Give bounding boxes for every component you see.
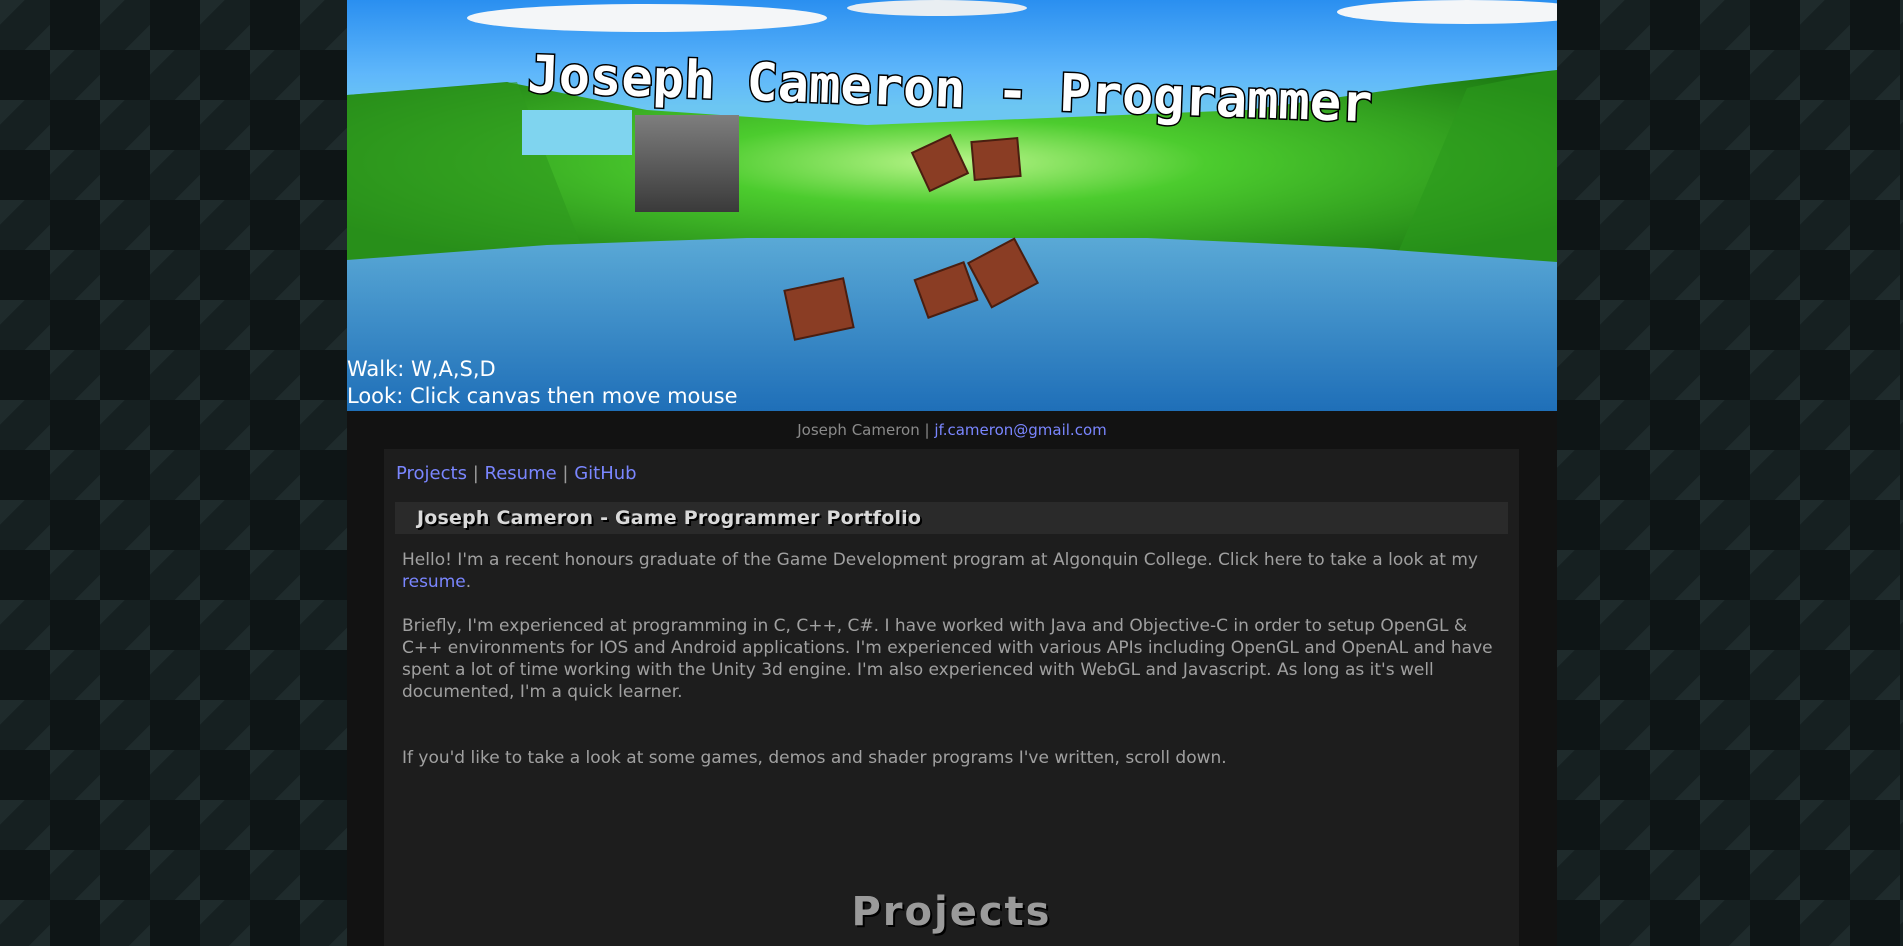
- email-link[interactable]: jf.cameron@gmail.com: [934, 421, 1106, 439]
- content-panel: Projects | Resume | GitHub Joseph Camero…: [384, 449, 1519, 946]
- section-title-bar: Joseph Cameron - Game Programmer Portfol…: [395, 502, 1508, 534]
- cloud: [1337, 0, 1557, 24]
- nav-separator: |: [472, 463, 479, 484]
- stone-cube: [635, 115, 739, 212]
- nav-link-projects[interactable]: Projects: [396, 463, 467, 484]
- projects-heading: Projects: [851, 889, 1052, 935]
- walk-help-text: Walk: W,A,S,D: [347, 357, 496, 381]
- nav-link-resume[interactable]: Resume: [485, 463, 557, 484]
- intro-paragraph-3: If you'd like to take a look at some gam…: [402, 748, 1227, 768]
- nav-bar: Projects | Resume | GitHub: [396, 463, 637, 484]
- page-column: Joseph Cameron - Programmer Walk: W,A,S,…: [347, 0, 1557, 946]
- resume-link[interactable]: resume: [402, 572, 466, 592]
- sky-gap: [522, 110, 632, 155]
- webgl-canvas[interactable]: Joseph Cameron - Programmer Walk: W,A,S,…: [347, 0, 1557, 411]
- look-help-text: Look: Click canvas then move mouse: [347, 384, 738, 408]
- intro-text-1-end: .: [465, 572, 472, 592]
- nav-link-github[interactable]: GitHub: [574, 463, 636, 484]
- contact-line: Joseph Cameron | jf.cameron@gmail.com: [347, 421, 1557, 439]
- cloud: [847, 0, 1027, 16]
- brick-cube: [970, 136, 1022, 182]
- nav-separator: |: [562, 463, 569, 484]
- contact-separator: |: [924, 421, 930, 439]
- contact-name: Joseph Cameron: [797, 421, 920, 439]
- section-title: Joseph Cameron - Game Programmer Portfol…: [417, 507, 922, 529]
- intro-paragraph-1: Hello! I'm a recent honours graduate of …: [402, 549, 1502, 593]
- cloud: [467, 4, 827, 32]
- intro-paragraph-2: Briefly, I'm experienced at programming …: [402, 616, 1493, 702]
- intro-text-1: Hello! I'm a recent honours graduate of …: [402, 550, 1478, 570]
- scene-render: Joseph Cameron - Programmer: [347, 0, 1557, 411]
